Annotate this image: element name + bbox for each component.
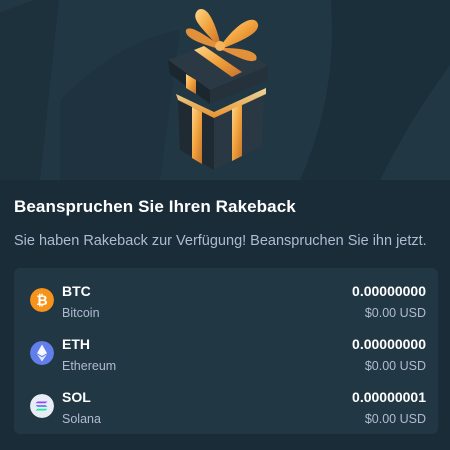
modal-title: Beanspruchen Sie Ihren Rakeback xyxy=(14,197,296,216)
coin-amount: 0.00000000 xyxy=(352,283,426,299)
rakeback-coin-list: ₿ BTC Bitcoin 0.00000000 $0.00 USD ETH E… xyxy=(14,268,438,434)
coin-amount: 0.00000001 xyxy=(352,389,426,405)
coin-usd-value: $0.00 USD xyxy=(364,412,426,426)
coin-name: Bitcoin xyxy=(62,306,100,320)
gift-box-icon xyxy=(168,8,268,170)
coin-name: Ethereum xyxy=(62,359,117,373)
rakeback-modal: Beanspruchen Sie Ihren Rakeback Sie habe… xyxy=(0,0,450,450)
coin-symbol: ETH xyxy=(62,336,90,352)
coin-usd-value: $0.00 USD xyxy=(364,359,426,373)
modal-subtitle: Sie haben Rakeback zur Verfügung! Beansp… xyxy=(14,233,427,249)
coin-row-sol: SOL Solana 0.00000001 $0.00 USD xyxy=(14,384,438,434)
hero-banner xyxy=(0,0,450,180)
coin-name: Solana xyxy=(62,412,101,426)
coin-symbol: SOL xyxy=(62,389,91,405)
coin-usd-value: $0.00 USD xyxy=(364,306,426,320)
svg-text:₿: ₿ xyxy=(36,293,47,309)
solana-icon xyxy=(30,394,54,418)
coin-symbol: BTC xyxy=(62,283,91,299)
coin-row-btc: ₿ BTC Bitcoin 0.00000000 $0.00 USD xyxy=(14,278,438,328)
bitcoin-icon: ₿ xyxy=(30,288,54,312)
coin-amount: 0.00000000 xyxy=(352,336,426,352)
ethereum-icon xyxy=(30,341,54,365)
coin-row-eth: ETH Ethereum 0.00000000 $0.00 USD xyxy=(14,331,438,381)
